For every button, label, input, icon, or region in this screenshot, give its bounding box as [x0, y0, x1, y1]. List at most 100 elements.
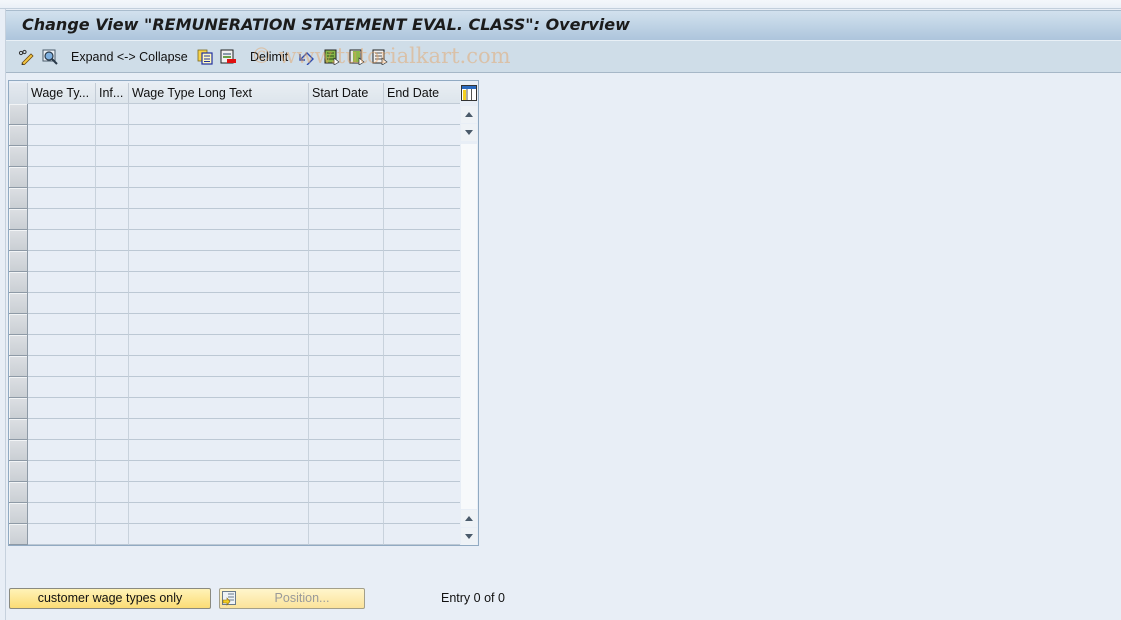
cell-inf[interactable]: [96, 167, 129, 188]
cell-start-date[interactable]: [309, 188, 384, 209]
cell-long-text[interactable]: [129, 230, 309, 251]
row-selector[interactable]: [9, 104, 28, 125]
cell-long-text[interactable]: [129, 167, 309, 188]
scroll-down-button[interactable]: [461, 124, 477, 141]
cell-wage-type[interactable]: [28, 293, 96, 314]
cell-start-date[interactable]: [309, 146, 384, 167]
cell-start-date[interactable]: [309, 377, 384, 398]
cell-end-date[interactable]: [384, 293, 460, 314]
cell-long-text[interactable]: [129, 293, 309, 314]
delete-button[interactable]: [220, 48, 236, 66]
cell-long-text[interactable]: [129, 524, 309, 545]
cell-wage-type[interactable]: [28, 524, 96, 545]
cell-end-date[interactable]: [384, 419, 460, 440]
cell-wage-type[interactable]: [28, 419, 96, 440]
cell-end-date[interactable]: [384, 314, 460, 335]
cell-long-text[interactable]: [129, 335, 309, 356]
cell-start-date[interactable]: [309, 398, 384, 419]
row-selector[interactable]: [9, 356, 28, 377]
cell-end-date[interactable]: [384, 272, 460, 293]
cell-wage-type[interactable]: [28, 146, 96, 167]
row-selector[interactable]: [9, 482, 28, 503]
row-selector[interactable]: [9, 524, 28, 545]
cell-end-date[interactable]: [384, 398, 460, 419]
cell-long-text[interactable]: [129, 104, 309, 125]
select-all-button[interactable]: [324, 48, 340, 66]
column-header-long-text[interactable]: Wage Type Long Text: [129, 83, 309, 104]
cell-start-date[interactable]: [309, 104, 384, 125]
select-all-rows-cell[interactable]: [9, 83, 28, 104]
cell-inf[interactable]: [96, 419, 129, 440]
cell-wage-type[interactable]: [28, 272, 96, 293]
cell-wage-type[interactable]: [28, 314, 96, 335]
cell-inf[interactable]: [96, 398, 129, 419]
cell-start-date[interactable]: [309, 419, 384, 440]
cell-wage-type[interactable]: [28, 230, 96, 251]
deselect-all-button[interactable]: [372, 48, 388, 66]
row-selector[interactable]: [9, 209, 28, 230]
cell-start-date[interactable]: [309, 251, 384, 272]
page-up-button[interactable]: [461, 510, 477, 527]
cell-inf[interactable]: [96, 209, 129, 230]
cell-wage-type[interactable]: [28, 377, 96, 398]
position-button[interactable]: Position...: [219, 588, 365, 609]
column-header-end-date[interactable]: End Date: [384, 83, 460, 104]
row-selector[interactable]: [9, 167, 28, 188]
cell-long-text[interactable]: [129, 146, 309, 167]
undo-change-button[interactable]: [299, 48, 315, 66]
delimit-button[interactable]: Delimit: [250, 48, 288, 66]
cell-inf[interactable]: [96, 356, 129, 377]
cell-wage-type[interactable]: [28, 461, 96, 482]
cell-end-date[interactable]: [384, 461, 460, 482]
row-selector[interactable]: [9, 251, 28, 272]
cell-wage-type[interactable]: [28, 398, 96, 419]
cell-start-date[interactable]: [309, 335, 384, 356]
cell-wage-type[interactable]: [28, 188, 96, 209]
cell-long-text[interactable]: [129, 482, 309, 503]
row-selector[interactable]: [9, 146, 28, 167]
cell-long-text[interactable]: [129, 209, 309, 230]
cell-inf[interactable]: [96, 524, 129, 545]
cell-start-date[interactable]: [309, 293, 384, 314]
cell-end-date[interactable]: [384, 230, 460, 251]
row-selector[interactable]: [9, 335, 28, 356]
row-selector[interactable]: [9, 503, 28, 524]
cell-end-date[interactable]: [384, 209, 460, 230]
cell-long-text[interactable]: [129, 419, 309, 440]
row-selector[interactable]: [9, 314, 28, 335]
cell-start-date[interactable]: [309, 440, 384, 461]
scroll-track[interactable]: [461, 144, 477, 509]
cell-long-text[interactable]: [129, 440, 309, 461]
cell-start-date[interactable]: [309, 524, 384, 545]
cell-end-date[interactable]: [384, 377, 460, 398]
cell-end-date[interactable]: [384, 125, 460, 146]
cell-end-date[interactable]: [384, 524, 460, 545]
cell-inf[interactable]: [96, 335, 129, 356]
cell-long-text[interactable]: [129, 272, 309, 293]
cell-start-date[interactable]: [309, 356, 384, 377]
row-selector[interactable]: [9, 125, 28, 146]
column-header-start-date[interactable]: Start Date: [309, 83, 384, 104]
cell-long-text[interactable]: [129, 314, 309, 335]
cell-long-text[interactable]: [129, 125, 309, 146]
cell-wage-type[interactable]: [28, 251, 96, 272]
cell-start-date[interactable]: [309, 482, 384, 503]
cell-end-date[interactable]: [384, 104, 460, 125]
row-selector[interactable]: [9, 188, 28, 209]
cell-inf[interactable]: [96, 272, 129, 293]
page-down-button[interactable]: [461, 528, 477, 545]
cell-long-text[interactable]: [129, 398, 309, 419]
column-config-button[interactable]: [460, 83, 478, 102]
row-selector[interactable]: [9, 272, 28, 293]
cell-long-text[interactable]: [129, 503, 309, 524]
row-selector[interactable]: [9, 461, 28, 482]
cell-end-date[interactable]: [384, 335, 460, 356]
column-header-inf[interactable]: Inf...: [96, 83, 129, 104]
cell-wage-type[interactable]: [28, 503, 96, 524]
row-selector[interactable]: [9, 293, 28, 314]
cell-long-text[interactable]: [129, 251, 309, 272]
cell-start-date[interactable]: [309, 461, 384, 482]
cell-inf[interactable]: [96, 146, 129, 167]
row-selector[interactable]: [9, 419, 28, 440]
cell-inf[interactable]: [96, 377, 129, 398]
